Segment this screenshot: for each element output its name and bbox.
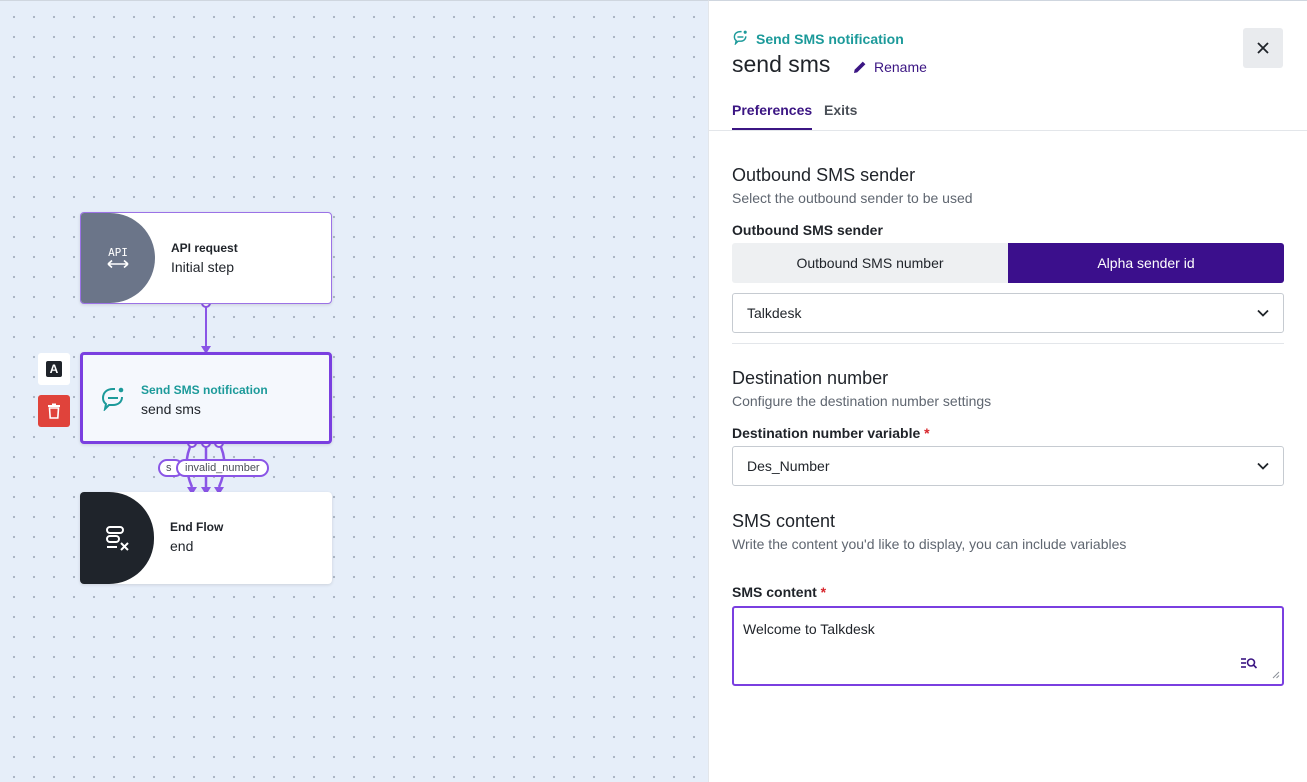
trash-icon [48,403,60,419]
content-field-label: SMS content * [732,584,827,600]
outbound-field-label: Outbound SMS sender [732,222,883,238]
destination-select-value: Des_Number [747,458,830,474]
node-name-label: Initial step [171,259,235,275]
destination-section-description: Configure the destination number setting… [732,393,992,409]
option-alpha-sender-id[interactable]: Alpha sender id [1008,243,1284,283]
properties-panel: Send SMS notification send sms Rename Pr… [708,0,1307,782]
node-kind-label: Send SMS notification [141,383,268,397]
api-icon: API [81,213,155,303]
sms-content-textarea[interactable]: Welcome to Talkdesk [732,606,1284,686]
end-flow-icon [80,492,154,584]
panel-tabs: Preferences Exits [709,99,1307,131]
outbound-section-title: Outbound SMS sender [732,165,916,185]
node-end-flow[interactable]: End Flow end [80,492,332,584]
sms-content-value: Welcome to Talkdesk [743,621,875,637]
rename-label: Rename [874,59,927,75]
rename-button[interactable]: Rename [852,59,927,75]
node-kind-label: API request [171,241,238,255]
node-label-button[interactable]: A [38,353,70,385]
close-icon [1257,42,1269,54]
chevron-down-icon [1257,309,1269,317]
sms-chat-icon [99,385,129,416]
sender-select[interactable]: Talkdesk [732,293,1284,333]
node-send-sms[interactable]: Send SMS notification send sms [80,352,332,444]
node-kind-label: End Flow [170,520,224,534]
delete-node-button[interactable] [38,395,70,427]
chevron-down-icon [1257,462,1269,470]
resize-handle-icon[interactable] [1272,666,1280,682]
content-section-description: Write the content you'd like to display,… [732,536,1127,552]
tab-preferences[interactable]: Preferences [732,102,813,130]
flow-canvas[interactable]: API API request Initial step Send SMS no… [0,0,708,782]
destination-section-title: Destination number [732,368,889,388]
sender-select-value: Talkdesk [747,305,802,321]
node-name-label: end [170,538,194,554]
node-name-label: send sms [141,401,201,417]
close-panel-button[interactable] [1243,28,1283,68]
outbound-sender-toggle: Outbound SMS number Alpha sender id [732,243,1284,283]
pencil-icon [854,61,866,73]
panel-kind-label: Send SMS notification [756,30,904,47]
tab-exits[interactable]: Exits [824,102,857,128]
content-section-title: SMS content [732,511,836,531]
outbound-section-description: Select the outbound sender to be used [732,190,973,206]
letter-a-icon: A [46,361,62,377]
sms-chat-icon [732,29,750,48]
node-api-request[interactable]: API API request Initial step [80,212,332,304]
section-divider [732,343,1284,344]
required-mark: * [820,584,827,600]
panel-title: send sms [732,51,831,77]
exit-label-invalid-number[interactable]: invalid_number [176,459,269,477]
destination-select[interactable]: Des_Number [732,446,1284,486]
required-mark: * [924,425,930,441]
panel-kind: Send SMS notification [732,29,904,48]
option-outbound-sms-number[interactable]: Outbound SMS number [732,243,1008,283]
destination-field-label: Destination number variable * [732,425,930,441]
insert-variable-icon[interactable] [1240,656,1258,672]
svg-text:API: API [108,246,128,259]
